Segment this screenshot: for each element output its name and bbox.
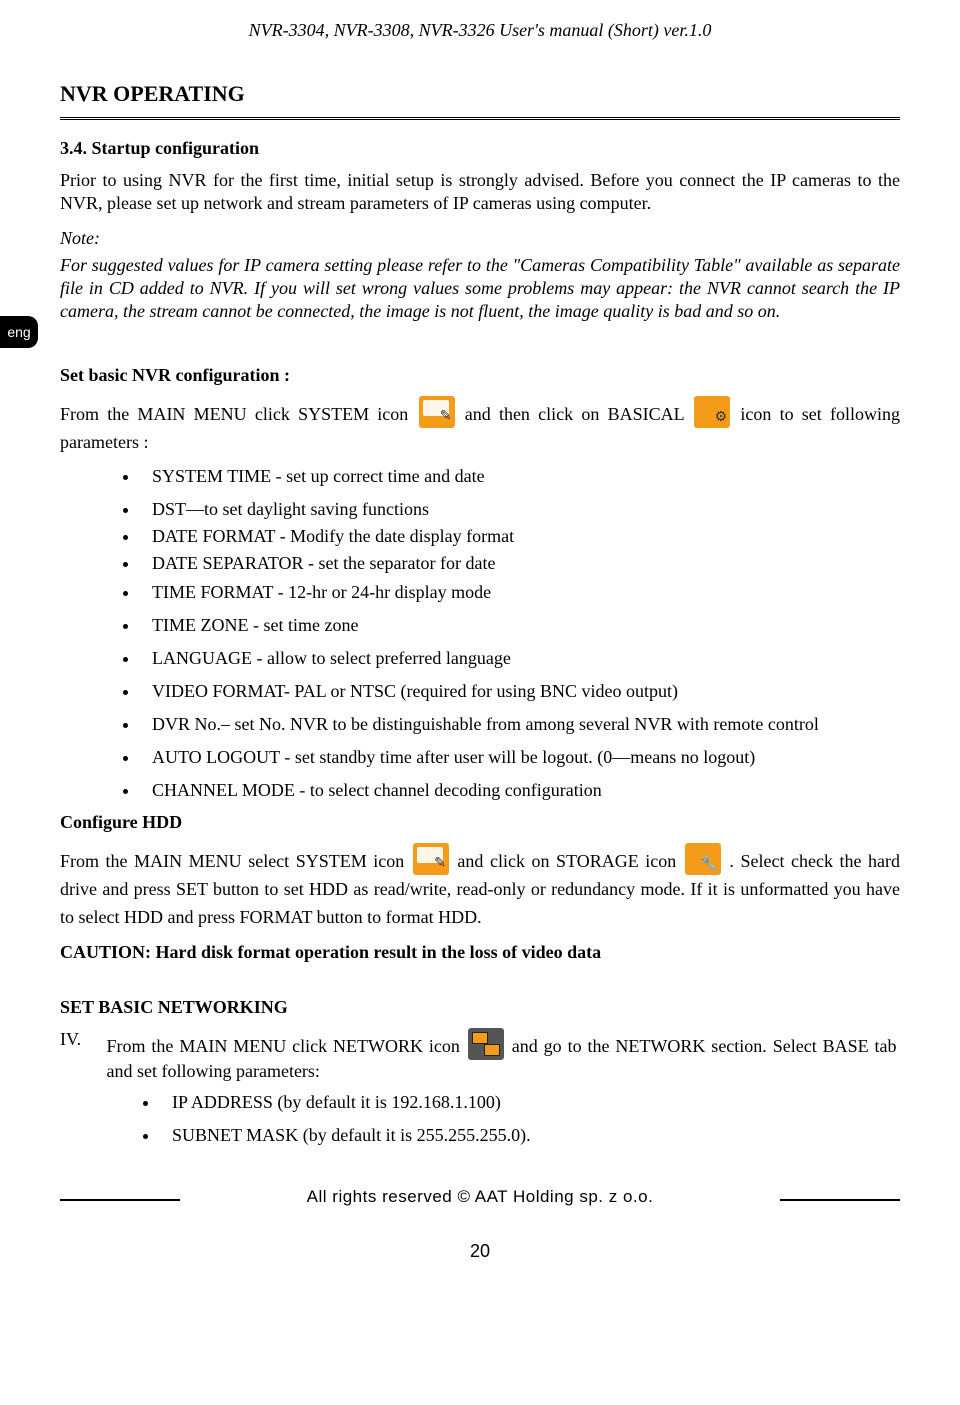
- net-text-a: From the MAIN MENU click NETWORK icon: [107, 1036, 460, 1056]
- roman-text: From the MAIN MENU click NETWORK icon an…: [107, 1028, 897, 1083]
- hdd-text-b: and click on STORAGE icon: [457, 851, 676, 871]
- list-item: VIDEO FORMAT- PAL or NTSC (required for …: [140, 680, 900, 703]
- hdd-text-a: From the MAIN MENU select SYSTEM icon: [60, 851, 404, 871]
- intro-paragraph: Prior to using NVR for the first time, i…: [60, 169, 900, 215]
- system-icon: [419, 396, 455, 428]
- list-item: DST—to set daylight saving functions: [140, 498, 900, 521]
- set-basic-text-b: and then click on BASICAL: [465, 404, 684, 424]
- hdd-line: From the MAIN MENU select SYSTEM icon an…: [60, 843, 900, 932]
- settings-list: TIME FORMAT - 12-hr or 24-hr display mod…: [100, 581, 900, 802]
- subsection-title: 3.4. Startup configuration: [60, 138, 900, 159]
- list-item: AUTO LOGOUT - set standby time after use…: [140, 746, 900, 769]
- note-body: For suggested values for IP camera setti…: [60, 254, 900, 323]
- footer-copyright: All rights reserved © AAT Holding sp. z …: [307, 1187, 654, 1206]
- double-rule: [60, 117, 900, 120]
- running-header: NVR-3304, NVR-3308, NVR-3326 User's manu…: [60, 20, 900, 41]
- settings-list: SYSTEM TIME - set up correct time and da…: [100, 465, 900, 521]
- roman-item: IV. From the MAIN MENU click NETWORK ico…: [60, 1028, 900, 1083]
- list-item: TIME FORMAT - 12-hr or 24-hr display mod…: [140, 581, 900, 604]
- set-basic-text-a: From the MAIN MENU click SYSTEM icon: [60, 404, 408, 424]
- section-title: NVR OPERATING: [60, 81, 900, 107]
- list-item: DVR No.– set No. NVR to be distinguishab…: [140, 713, 900, 736]
- configure-hdd-title: Configure HDD: [60, 812, 900, 833]
- footer-rule-left: [60, 1199, 180, 1201]
- list-item: SUBNET MASK (by default it is 255.255.25…: [160, 1124, 900, 1147]
- list-item: LANGUAGE - allow to select preferred lan…: [140, 647, 900, 670]
- set-networking-title: SET BASIC NETWORKING: [60, 997, 900, 1018]
- list-item: SYSTEM TIME - set up correct time and da…: [140, 465, 900, 488]
- note-label: Note:: [60, 227, 900, 250]
- list-item: CHANNEL MODE - to select channel decodin…: [140, 779, 900, 802]
- list-item: DATE SEPARATOR - set the separator for d…: [140, 552, 900, 575]
- settings-list-tight: DATE FORMAT - Modify the date display fo…: [100, 525, 900, 575]
- basical-icon: [694, 396, 730, 428]
- system-icon: [413, 843, 449, 875]
- set-basic-line: From the MAIN MENU click SYSTEM icon and…: [60, 396, 900, 457]
- network-icon: [468, 1028, 504, 1060]
- list-item: IP ADDRESS (by default it is 192.168.1.1…: [160, 1091, 900, 1114]
- caution-text: CAUTION: Hard disk format operation resu…: [60, 942, 900, 963]
- set-basic-title: Set basic NVR configuration :: [60, 365, 900, 386]
- net-settings-list: IP ADDRESS (by default it is 192.168.1.1…: [120, 1091, 900, 1147]
- storage-icon: [685, 843, 721, 875]
- list-item: DATE FORMAT - Modify the date display fo…: [140, 525, 900, 548]
- page: NVR-3304, NVR-3308, NVR-3326 User's manu…: [0, 0, 960, 1405]
- footer: All rights reserved © AAT Holding sp. z …: [60, 1187, 900, 1207]
- list-item: TIME ZONE - set time zone: [140, 614, 900, 637]
- page-number: 20: [60, 1241, 900, 1262]
- roman-numeral: IV.: [60, 1028, 102, 1051]
- footer-rule-right: [780, 1199, 900, 1201]
